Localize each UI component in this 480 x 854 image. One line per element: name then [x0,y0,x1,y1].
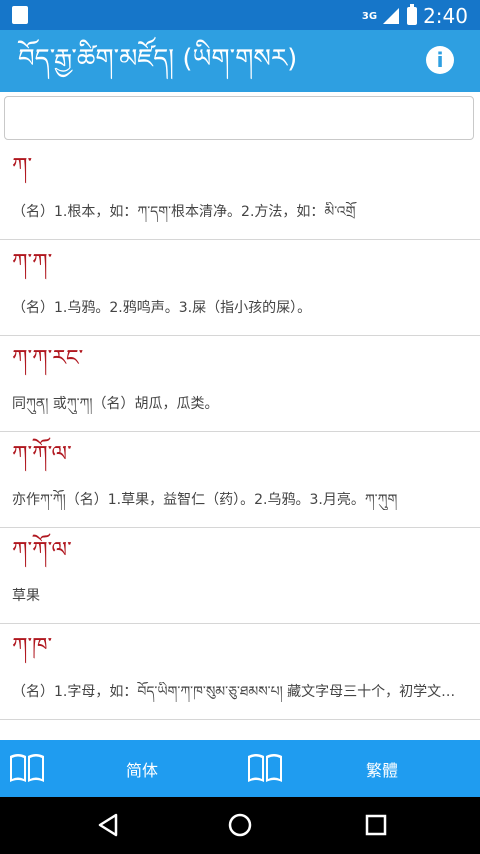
status-time: 2:40 [423,4,468,28]
battery-icon [407,4,418,25]
entry-definition: （名）1.根本，如：ཀ་དག་根本清净。2.方法，如：མི་འགྲོ [12,204,356,220]
list-item[interactable]: ཀ་ཁ་ （名）1.字母，如：བོད་ཡིག་ཀ་ཁ་སུམ་ཅུ་ཐམས་པ།… [0,624,480,720]
entry-definition: （名）1.乌鸦。2.鸦鸣声。3.屎（指小孩的屎）。 [12,300,312,316]
tab-simplified[interactable]: 简体 [0,740,240,797]
sd-card-icon [12,6,28,24]
tab-simplified-label: 简体 [126,761,159,780]
home-icon[interactable] [224,809,256,841]
list-item[interactable]: ཀ་ （名）1.根本，如：ཀ་དག་根本清净。2.方法，如：མི་འགྲོ [0,144,480,240]
list-item[interactable]: ཀ་ཀོ་ལ་ 亦作ཀ་ཀོ།（名）1.草果，益智仁（药）。2.乌鸦。3.月亮。… [0,432,480,528]
recents-icon[interactable] [360,809,392,841]
entry-definition: 草果 [12,588,40,604]
app-bar: བོད་རྒྱ་ཚིག་མཛོད། (ཡིག་གསར) i [0,30,480,92]
list-item[interactable]: ཀ་ཀོ་ལ་ 草果 [0,528,480,624]
network-type: 3G [361,10,378,22]
bottom-tab-bar: 简体 繁體 [0,740,480,797]
entry-headword: ཀ་ཀ་རང་ [12,346,84,371]
list-item[interactable]: ཀ་ཀ་རང་ 同ཀུན། 或ཀུ་ཀ།（名）胡瓜，瓜类。 [0,336,480,432]
entry-list[interactable]: ཀ་ （名）1.根本，如：ཀ་དག་根本清净。2.方法，如：མི་འགྲོ ཀ་… [0,144,480,740]
entry-headword: ཀ་ཀོ་ལ་ [12,442,72,467]
info-icon: i [436,48,444,72]
list-item[interactable]: ཀ་ཀ་ （名）1.乌鸦。2.鸦鸣声。3.屎（指小孩的屎）。 [0,240,480,336]
system-nav-bar [0,797,480,854]
entry-definition: 亦作ཀ་ཀོ།（名）1.草果，益智仁（药）。2.乌鸦。3.月亮。ཀ་ཀུག [12,492,398,508]
entry-headword: ཀ་ཁ་ [12,634,53,659]
info-button[interactable]: i [426,46,454,74]
back-icon[interactable] [92,809,124,841]
entry-headword: ཀ་ཀོ་ལ་ [12,538,72,563]
app-title: བོད་རྒྱ་ཚིག་མཛོད། (ཡིག་གསར) [18,44,298,74]
entry-definition: （名）1.字母，如：བོད་ཡིག་ཀ་ཁ་སུམ་ཅུ་ཐམས་པ། 藏文字母… [12,684,468,700]
status-bar: 3G 2:40 [0,0,480,30]
entry-definition: 同ཀུན། 或ཀུ་ཀ།（名）胡瓜，瓜类。 [12,396,219,412]
signal-icon [383,8,400,24]
entry-headword: ཀ་ཀ་ [12,250,53,275]
search-input[interactable] [4,96,474,140]
book-icon [10,754,44,782]
tab-traditional-label: 繁體 [366,761,399,780]
tab-traditional[interactable]: 繁體 [240,740,480,797]
entry-headword: ཀ་ [12,154,33,179]
book-icon [248,754,282,782]
